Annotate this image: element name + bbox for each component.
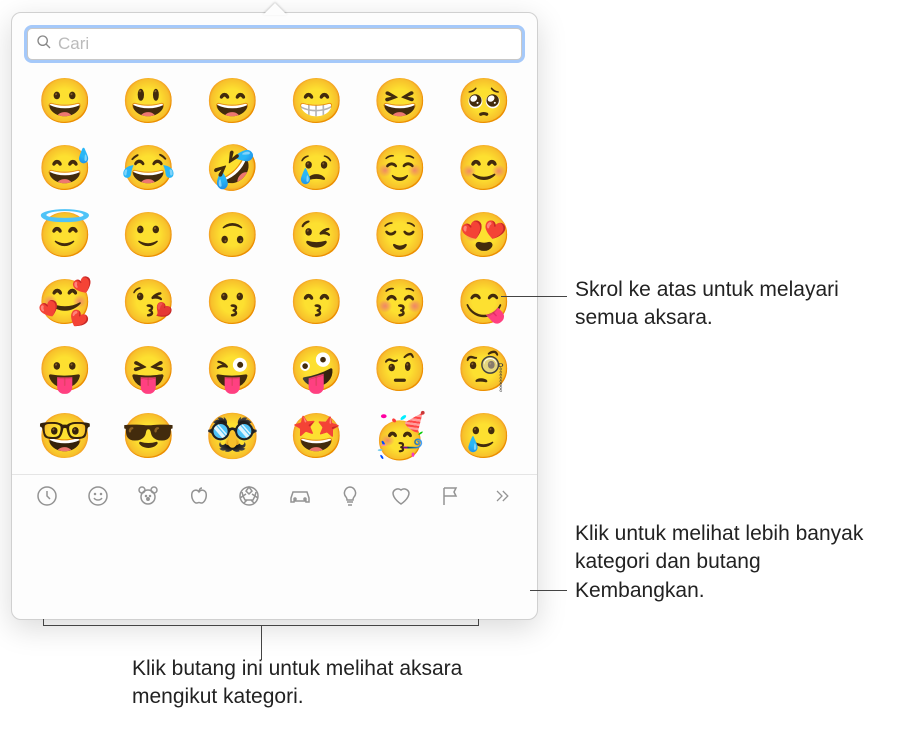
emoji-cell[interactable]: 😆 — [373, 80, 428, 124]
emoji-cell[interactable]: 😝 — [121, 348, 176, 392]
category-objects-button[interactable] — [332, 481, 368, 517]
emoji-cell[interactable]: 😘 — [121, 281, 176, 325]
emoji-cell[interactable]: 😇 — [38, 214, 93, 258]
emoji-cell[interactable]: ☺️ — [373, 147, 428, 191]
category-activity-button[interactable] — [231, 481, 267, 517]
emoji-cell[interactable]: 😙 — [289, 281, 344, 325]
emoji-cell[interactable]: 🧐 — [457, 348, 512, 392]
chevron-double-right-icon — [492, 486, 512, 511]
category-bar — [12, 474, 537, 522]
soccer-icon — [237, 484, 261, 513]
category-smileys-button[interactable] — [80, 481, 116, 517]
emoji-cell[interactable]: 🙃 — [205, 214, 260, 258]
emoji-cell[interactable]: 🥲 — [457, 415, 512, 459]
emoji-grid: 😀 😃 😄 😁 😆 🥺 😅 😂 🤣 😢 ☺️ 😊 😇 🙂 🙃 😉 😌 😍 🥰 😘… — [12, 70, 537, 474]
emoji-cell[interactable]: 🥳 — [373, 415, 428, 459]
category-recent-button[interactable] — [29, 481, 65, 517]
callout-expand: Klik untuk melihat lebih banyak kategori… — [575, 520, 895, 605]
emoji-cell[interactable]: 😂 — [121, 147, 176, 191]
emoji-cell[interactable]: 😎 — [121, 415, 176, 459]
search-icon — [36, 34, 52, 55]
emoji-cell[interactable]: 🥸 — [205, 415, 260, 459]
emoji-cell[interactable]: 😛 — [38, 348, 93, 392]
emoji-cell[interactable]: 🤣 — [205, 147, 260, 191]
category-flags-button[interactable] — [433, 481, 469, 517]
search-bar — [12, 13, 537, 70]
emoji-cell[interactable]: 😀 — [38, 80, 93, 124]
emoji-cell[interactable]: 🤩 — [289, 415, 344, 459]
emoji-cell[interactable]: 😊 — [457, 147, 512, 191]
emoji-cell[interactable]: 😌 — [373, 214, 428, 258]
popover-arrow — [263, 3, 287, 15]
emoji-cell[interactable]: 😢 — [289, 147, 344, 191]
emoji-cell[interactable]: 🤨 — [373, 348, 428, 392]
emoji-cell[interactable]: 😁 — [289, 80, 344, 124]
callout-scroll: Skrol ke atas untuk melayari semua aksar… — [575, 276, 885, 333]
callout-line — [530, 590, 567, 591]
emoji-cell[interactable]: 😜 — [205, 348, 260, 392]
character-viewer-popover: 😀 😃 😄 😁 😆 🥺 😅 😂 🤣 😢 ☺️ 😊 😇 🙂 🙃 😉 😌 😍 🥰 😘… — [11, 12, 538, 620]
animal-icon — [136, 484, 160, 513]
category-travel-button[interactable] — [282, 481, 318, 517]
emoji-cell[interactable]: 🥰 — [38, 281, 93, 325]
category-animals-button[interactable] — [130, 481, 166, 517]
expand-button[interactable] — [484, 481, 520, 517]
callout-categories: Klik butang ini untuk melihat aksara men… — [132, 655, 512, 712]
emoji-cell[interactable]: 😃 — [121, 80, 176, 124]
emoji-cell[interactable]: 😅 — [38, 147, 93, 191]
search-box — [27, 28, 522, 60]
emoji-cell[interactable]: 😗 — [205, 281, 260, 325]
flag-icon — [439, 484, 463, 513]
emoji-cell[interactable]: 🤪 — [289, 348, 344, 392]
emoji-cell[interactable]: 😉 — [289, 214, 344, 258]
smiley-icon — [86, 484, 110, 513]
clock-icon — [35, 484, 59, 513]
lightbulb-icon — [338, 484, 362, 513]
emoji-cell[interactable]: 🙂 — [121, 214, 176, 258]
category-symbols-button[interactable] — [383, 481, 419, 517]
emoji-cell[interactable]: 🤓 — [38, 415, 93, 459]
apple-icon — [187, 484, 211, 513]
emoji-cell[interactable]: 😚 — [373, 281, 428, 325]
emoji-cell[interactable]: 😋 — [457, 281, 512, 325]
category-food-button[interactable] — [181, 481, 217, 517]
search-input[interactable] — [58, 34, 513, 54]
emoji-cell[interactable]: 🥺 — [457, 80, 512, 124]
heart-icon — [389, 484, 413, 513]
callout-line — [501, 296, 567, 297]
emoji-cell[interactable]: 😄 — [205, 80, 260, 124]
car-icon — [288, 484, 312, 513]
emoji-cell[interactable]: 😍 — [457, 214, 512, 258]
